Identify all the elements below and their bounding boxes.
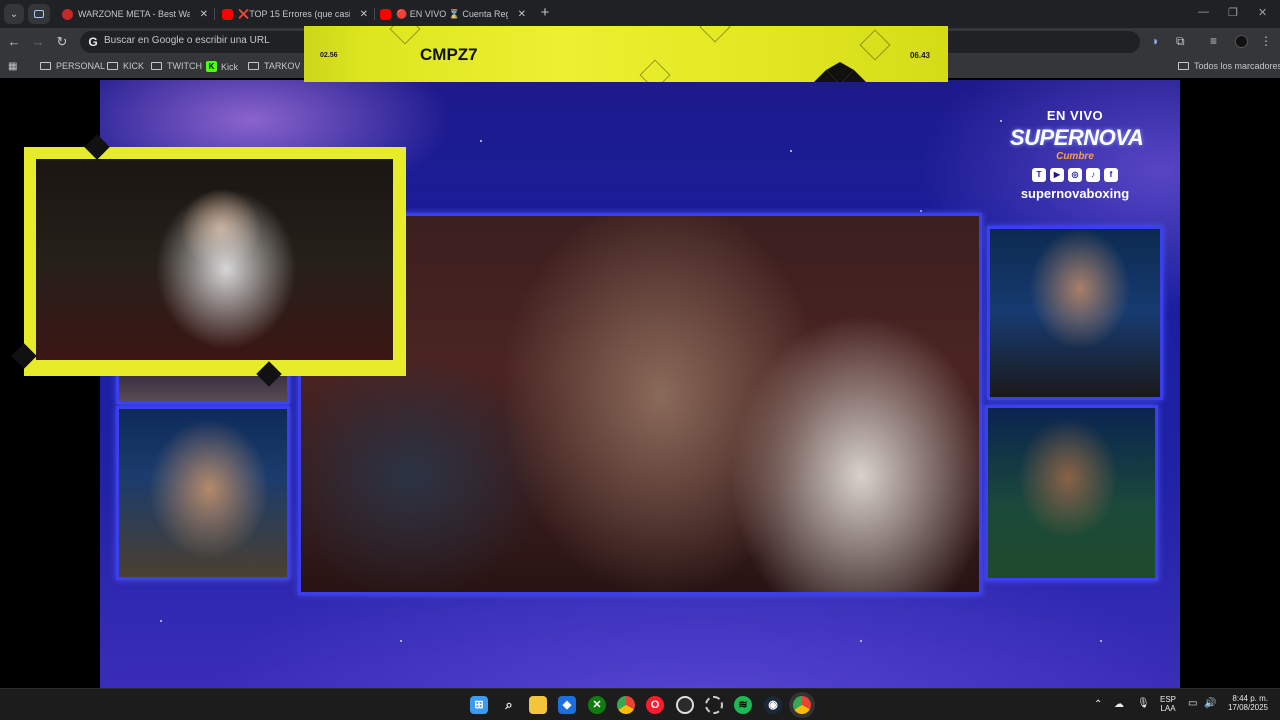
streamer-facecam bbox=[36, 159, 393, 360]
kick-icon: K bbox=[206, 61, 217, 72]
close-tab-icon[interactable]: ✕ bbox=[200, 9, 208, 20]
tab-warzone-meta[interactable]: WARZONE META - Best Warzone ✕ bbox=[62, 3, 212, 25]
close-tab-icon[interactable]: ✕ bbox=[518, 9, 526, 20]
youtube-icon: ▶ bbox=[1050, 168, 1064, 182]
volume-icon[interactable]: 🔊 bbox=[1204, 698, 1216, 709]
banner-streamer-name: CMPZ7 bbox=[420, 45, 478, 64]
live-label: EN VIVO bbox=[1046, 108, 1104, 123]
menu-kebab-icon[interactable]: ⋮ bbox=[1260, 34, 1272, 48]
network-icon[interactable]: ▭ bbox=[1188, 698, 1197, 709]
reading-list-icon[interactable]: ≡ bbox=[1210, 34, 1217, 48]
twitch-icon: T bbox=[1032, 168, 1046, 182]
defender-icon[interactable]: ◆ bbox=[558, 696, 576, 714]
close-tab-icon[interactable]: ✕ bbox=[360, 9, 368, 20]
bookmark-kick[interactable]: K Kick bbox=[206, 61, 238, 72]
extensions-icon[interactable]: ⧉ bbox=[1176, 34, 1185, 49]
language-indicator[interactable]: ESP LAA bbox=[1160, 695, 1176, 713]
tab-group-icon[interactable] bbox=[28, 4, 50, 24]
restore-icon[interactable]: ❐ bbox=[1228, 6, 1238, 19]
bookmark-label: TARKOV bbox=[264, 61, 301, 71]
folder-icon bbox=[40, 62, 51, 70]
tiktok-icon: ♪ bbox=[1086, 168, 1100, 182]
windows-taskbar: ⊞ ⌕ ◆ ✕ O ≋ ◉ ⌃ ☁ 🎙 ESP LAA ▭ 🔊 8:44 p. … bbox=[0, 688, 1280, 720]
all-bookmarks[interactable]: Todos los marcadores bbox=[1178, 61, 1280, 71]
folder-icon bbox=[107, 62, 118, 70]
streamer-facecam-frame bbox=[11, 134, 406, 387]
back-arrow-icon[interactable]: ← bbox=[6, 34, 22, 49]
reload-icon[interactable]: ↻ bbox=[54, 34, 70, 50]
bookmark-tarkov[interactable]: TARKOV bbox=[248, 61, 300, 71]
profile-avatar[interactable] bbox=[1235, 35, 1248, 48]
tab-divider bbox=[374, 8, 375, 20]
bookmark-personal[interactable]: PERSONAL bbox=[40, 61, 105, 71]
opera-icon[interactable]: O bbox=[646, 696, 664, 714]
windows-start-icon[interactable]: ⊞ bbox=[470, 696, 488, 714]
bookmark-label: KICK bbox=[123, 61, 145, 71]
tab-en-vivo[interactable]: 🔴 EN VIVO ⌛ Cuenta Regresiva ✕ bbox=[380, 3, 530, 25]
minimize-icon[interactable]: — bbox=[1198, 6, 1209, 18]
folder-icon bbox=[1178, 62, 1189, 70]
banner-right-number: 06.43 bbox=[909, 51, 930, 60]
forward-arrow-icon[interactable]: → bbox=[30, 34, 46, 49]
tab-top-15-errores[interactable]: ❌TOP 15 Errores (que casi TODOS ✕ bbox=[222, 3, 372, 25]
folder-icon bbox=[151, 62, 162, 70]
guest-cam-right-bottom bbox=[985, 405, 1158, 581]
xbox-icon[interactable]: ✕ bbox=[588, 696, 606, 714]
microphone-icon[interactable]: 🎙 bbox=[1137, 698, 1150, 709]
warzone-favicon-icon bbox=[62, 8, 73, 20]
guest-cam-left bbox=[116, 406, 290, 580]
brand-sub-logo: Cumbre bbox=[1056, 151, 1094, 162]
supernova-branding: EN VIVO SUPERNOVA Cumbre T ▶ ◎ ♪ f super… bbox=[1010, 108, 1144, 201]
social-icons: T ▶ ◎ ♪ f bbox=[1010, 168, 1140, 182]
instagram-icon: ◎ bbox=[1068, 168, 1082, 182]
youtube-favicon-icon bbox=[222, 8, 233, 20]
folder-icon bbox=[248, 62, 259, 70]
clock[interactable]: 8:44 p. m. 17/08/2025 bbox=[1222, 694, 1268, 712]
youtube-favicon-icon bbox=[380, 8, 391, 20]
tray-chevron-icon[interactable]: ⌃ bbox=[1094, 699, 1102, 710]
banner-left-number: 02.56 bbox=[320, 52, 338, 59]
bookmark-kick-folder[interactable]: KICK bbox=[107, 61, 144, 71]
search-icon[interactable]: ⌕ bbox=[500, 696, 518, 714]
social-handle: supernovaboxing bbox=[1020, 186, 1130, 201]
chrome-icon[interactable] bbox=[617, 696, 635, 714]
guest-cam-right-top bbox=[987, 226, 1163, 400]
circle-app-icon[interactable] bbox=[705, 696, 723, 714]
lang-bottom: LAA bbox=[1160, 704, 1176, 713]
facebook-icon: f bbox=[1104, 168, 1118, 182]
x-mark-icon bbox=[812, 62, 868, 82]
media-cast-icon[interactable]: ◗ bbox=[1152, 34, 1159, 48]
lang-top: ESP bbox=[1160, 695, 1177, 704]
tab-title: WARZONE META - Best Warzone bbox=[78, 9, 190, 19]
clock-date: 17/08/2025 bbox=[1227, 703, 1268, 712]
file-explorer-icon[interactable] bbox=[529, 696, 547, 714]
brand-logo: SUPERNOVA bbox=[1010, 125, 1144, 150]
tab-title: 🔴 EN VIVO ⌛ Cuenta Regresiva bbox=[396, 8, 508, 19]
onedrive-icon[interactable]: ☁ bbox=[1114, 699, 1124, 710]
new-tab-button[interactable]: + bbox=[536, 4, 554, 22]
streamer-banner: 02.56 CMPZ7 06.43 bbox=[304, 26, 948, 82]
bookmark-label: PERSONAL bbox=[56, 61, 106, 71]
apps-grid-icon[interactable]: ▦ bbox=[8, 61, 17, 72]
close-window-icon[interactable]: ✕ bbox=[1258, 6, 1267, 19]
steam-icon[interactable]: ◉ bbox=[764, 696, 782, 714]
bookmark-label: TWITCH bbox=[167, 61, 202, 71]
obs-icon[interactable] bbox=[676, 696, 694, 714]
tab-divider bbox=[214, 8, 215, 20]
all-bookmarks-label: Todos los marcadores bbox=[1194, 61, 1280, 71]
spotify-icon[interactable]: ≋ bbox=[734, 696, 752, 714]
tab-title: ❌TOP 15 Errores (que casi TODOS bbox=[238, 8, 350, 19]
tab-search-chevron-icon[interactable]: ⌄ bbox=[4, 4, 24, 24]
address-placeholder: Buscar en Google o escribir una URL bbox=[104, 35, 270, 46]
tab-bar: ⌄ WARZONE META - Best Warzone ✕ ❌TOP 15 … bbox=[0, 0, 1280, 28]
bookmark-label: Kick bbox=[221, 61, 239, 72]
clock-time: 8:44 p. m. bbox=[1232, 694, 1268, 703]
google-icon: G bbox=[88, 35, 98, 49]
bookmark-twitch[interactable]: TWITCH bbox=[151, 61, 202, 71]
chrome-active-icon[interactable] bbox=[793, 696, 811, 714]
